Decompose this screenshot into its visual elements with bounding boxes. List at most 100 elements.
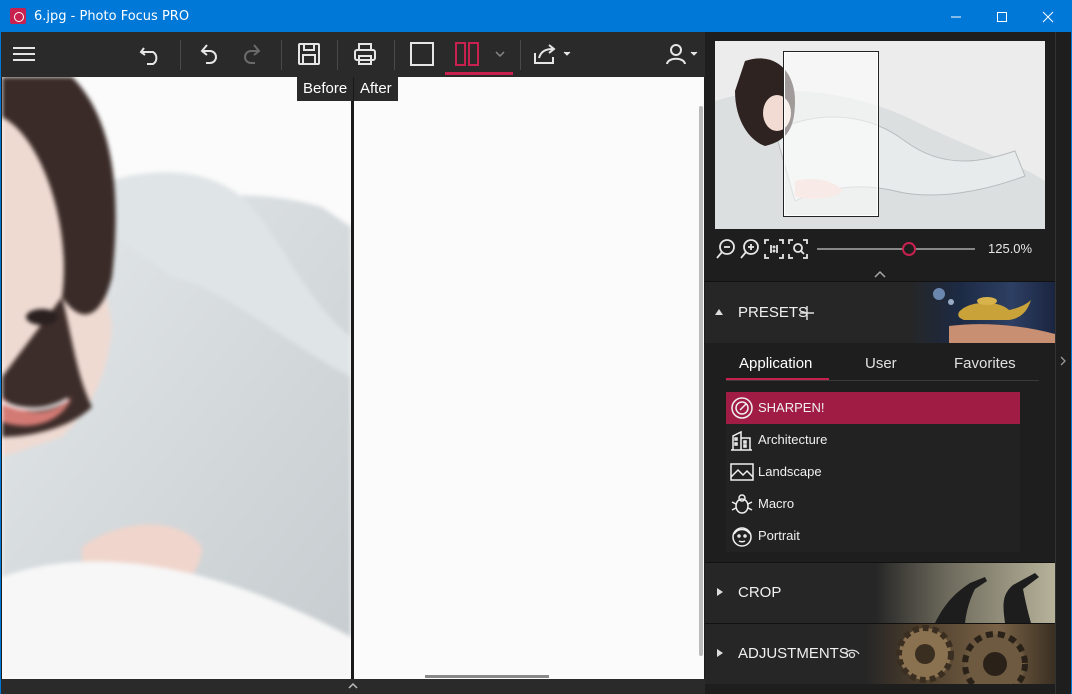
account-button[interactable] bbox=[662, 38, 702, 70]
close-button[interactable] bbox=[1025, 1, 1071, 32]
zoom-slider-track[interactable] bbox=[817, 248, 975, 250]
save-icon bbox=[298, 43, 320, 65]
redo-icon bbox=[244, 44, 261, 64]
adjustments-section-header[interactable]: ADJUSTMENTS bbox=[705, 623, 1055, 684]
undo-button[interactable] bbox=[135, 38, 167, 70]
toolbar bbox=[1, 32, 705, 77]
navigator-photo bbox=[715, 41, 1045, 229]
chevron-up-icon bbox=[874, 270, 886, 278]
presets-section-header[interactable]: PRESETS bbox=[705, 281, 1055, 344]
tab-user[interactable]: User bbox=[865, 355, 897, 372]
presets-header-image bbox=[909, 282, 1055, 344]
redo-button[interactable] bbox=[237, 38, 269, 70]
single-view-button[interactable] bbox=[406, 38, 438, 70]
right-panel: 125.0% PRESETS Application User Favorite… bbox=[705, 32, 1071, 694]
adjustments-title: ADJUSTMENTS bbox=[738, 645, 849, 662]
tab-favorites[interactable]: Favorites bbox=[954, 355, 1016, 372]
active-tab-indicator bbox=[726, 378, 829, 380]
split-view-icon bbox=[455, 42, 479, 66]
landscape-icon bbox=[730, 463, 754, 481]
menu-icon bbox=[13, 47, 35, 61]
menu-button[interactable] bbox=[9, 38, 39, 70]
zoom-in-button[interactable] bbox=[739, 238, 761, 265]
preset-label: Landscape bbox=[758, 464, 822, 479]
chevron-up-icon[interactable] bbox=[347, 681, 359, 691]
active-view-indicator bbox=[445, 72, 513, 75]
share-icon bbox=[534, 44, 571, 64]
split-view-button[interactable] bbox=[451, 38, 483, 70]
sharpen-icon bbox=[731, 397, 753, 419]
chevron-down-icon bbox=[495, 51, 505, 58]
preset-item-portrait[interactable]: Portrait bbox=[726, 520, 1020, 552]
fit-window-icon bbox=[788, 239, 808, 259]
close-icon bbox=[1042, 11, 1054, 22]
preset-label: SHARPEN! bbox=[758, 400, 825, 415]
actual-size-button[interactable] bbox=[763, 238, 785, 265]
crop-title: CROP bbox=[738, 584, 782, 601]
undo-step-icon bbox=[200, 44, 217, 64]
visibility-eye-icon[interactable] bbox=[844, 648, 860, 660]
minimize-icon bbox=[951, 16, 961, 17]
bug-icon bbox=[731, 494, 753, 514]
after-image-pane[interactable] bbox=[354, 77, 704, 679]
window-title: 6.jpg - Photo Focus PRO bbox=[34, 9, 190, 24]
face-icon bbox=[732, 527, 752, 547]
share-button[interactable] bbox=[531, 38, 573, 70]
vertical-scrollbar[interactable] bbox=[699, 106, 703, 656]
building-icon bbox=[731, 430, 752, 451]
adjustments-header-image bbox=[865, 624, 1055, 684]
preset-label: Architecture bbox=[758, 432, 828, 447]
zoom-controls: 125.0% bbox=[715, 237, 1055, 261]
app-logo-icon bbox=[10, 8, 26, 24]
chevron-right-icon bbox=[1060, 356, 1066, 366]
toolbar-separator bbox=[394, 40, 395, 70]
bottom-bar bbox=[1, 679, 705, 694]
preset-list: SHARPEN! Architecture Landscape Macro Po… bbox=[726, 392, 1020, 552]
zoom-out-button[interactable] bbox=[715, 238, 737, 265]
print-icon bbox=[354, 43, 376, 65]
undo-icon bbox=[139, 47, 158, 65]
after-label: After bbox=[354, 77, 398, 101]
horizontal-scrollbar[interactable] bbox=[425, 675, 549, 678]
before-image-pane[interactable] bbox=[2, 77, 351, 679]
fit-to-window-button[interactable] bbox=[787, 238, 809, 265]
zoom-in-icon bbox=[740, 239, 759, 259]
navigator-thumbnail[interactable] bbox=[715, 41, 1045, 229]
navigator-view-box[interactable] bbox=[783, 51, 879, 217]
toolbar-separator bbox=[281, 40, 282, 70]
view-dropdown-button[interactable] bbox=[491, 38, 509, 70]
minimize-button[interactable] bbox=[933, 1, 979, 32]
preset-label: Portrait bbox=[758, 528, 800, 543]
preset-tabs: Application User Favorites bbox=[705, 343, 1055, 381]
preset-item-landscape[interactable]: Landscape bbox=[726, 456, 1020, 488]
expanded-arrow-icon bbox=[715, 309, 723, 315]
preset-label: Macro bbox=[758, 496, 795, 511]
toolbar-separator bbox=[180, 40, 181, 70]
add-preset-icon[interactable] bbox=[798, 304, 816, 322]
title-bar: 6.jpg - Photo Focus PRO bbox=[1, 1, 1071, 32]
collapsed-arrow-icon bbox=[717, 649, 723, 657]
expand-panel-button[interactable] bbox=[1059, 354, 1067, 372]
redo-back-button[interactable] bbox=[192, 38, 224, 70]
crop-header-image bbox=[875, 563, 1055, 623]
app-window: 6.jpg - Photo Focus PRO Before After 125… bbox=[0, 0, 1072, 694]
toolbar-separator bbox=[520, 40, 521, 70]
before-photo bbox=[2, 77, 351, 679]
preset-item-macro[interactable]: Macro bbox=[726, 488, 1020, 520]
tab-application[interactable]: Application bbox=[739, 355, 812, 372]
zoom-out-icon bbox=[716, 239, 735, 259]
collapsed-arrow-icon bbox=[717, 588, 723, 596]
save-button[interactable] bbox=[293, 38, 325, 70]
zoom-slider-thumb[interactable] bbox=[901, 242, 916, 256]
actual-size-icon bbox=[764, 239, 784, 259]
maximize-button[interactable] bbox=[979, 1, 1025, 32]
user-icon bbox=[666, 44, 698, 65]
single-view-icon bbox=[410, 42, 434, 66]
before-label: Before bbox=[297, 77, 354, 101]
maximize-icon bbox=[997, 11, 1007, 22]
preset-item-sharpen[interactable]: SHARPEN! bbox=[726, 392, 1020, 424]
preset-item-architecture[interactable]: Architecture bbox=[726, 424, 1020, 456]
print-button[interactable] bbox=[349, 38, 381, 70]
crop-section-header[interactable]: CROP bbox=[705, 562, 1055, 623]
toolbar-separator bbox=[337, 40, 338, 70]
